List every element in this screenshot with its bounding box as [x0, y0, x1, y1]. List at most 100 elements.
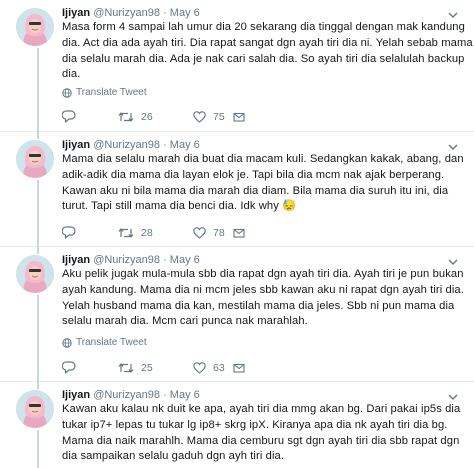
tweet-text: Aku pelik jugak mula-mula sbb dia rapat …	[62, 267, 464, 330]
retweet-count: 26	[141, 110, 153, 123]
thread-connector-line	[37, 382, 39, 389]
tweet-header: Ijiyan @Nurizyan98 · May 6	[62, 138, 200, 152]
avatar-image	[16, 390, 54, 428]
reply-button[interactable]	[62, 361, 118, 374]
tweet-date[interactable]: May 6	[170, 7, 200, 19]
tweet-text-line: Aku pelik jugak mula-mula sbb dia rapat …	[62, 268, 464, 280]
avatar[interactable]	[16, 140, 54, 178]
retweet-count: 25	[141, 361, 153, 374]
retweet-button[interactable]: 26	[118, 111, 193, 123]
translate-tweet-link[interactable]: Translate Tweet	[62, 87, 147, 98]
direct-message-icon[interactable]	[233, 362, 245, 374]
display-name[interactable]: Ijiyan	[62, 254, 90, 266]
tweet[interactable]: Ijiyan @Nurizyan98 · May 6 Masa form 4 s…	[0, 0, 474, 132]
tweet-text-line: ayah kandung. Mama dia ni mcm jeles sbb …	[62, 283, 464, 296]
username[interactable]: @Nurizyan98	[93, 389, 160, 401]
translate-label: Translate Tweet	[76, 87, 147, 98]
like-button[interactable]: 63	[193, 362, 233, 374]
reply-icon	[62, 361, 76, 374]
tweet-text: Mama dia selalu marah dia buat dia macam…	[62, 152, 464, 215]
chevron-down-icon[interactable]	[448, 10, 458, 20]
chevron-down-icon[interactable]	[448, 257, 458, 267]
tweet-text-line: adik-adik dia mama dia layan elok je. Ta…	[62, 168, 445, 181]
separator-dot: ·	[163, 389, 167, 401]
retweet-count: 28	[141, 226, 153, 239]
username[interactable]: @Nurizyan98	[93, 254, 160, 266]
translate-tweet-link[interactable]: Translate Tweet	[62, 337, 147, 348]
tweet-actions: 28 78	[62, 226, 245, 239]
tweet-date[interactable]: May 6	[170, 254, 200, 266]
retweet-icon	[118, 111, 134, 122]
tweet-text-line: dia sampaikan selalu gaduh dgn ayh tiri …	[62, 450, 285, 463]
reply-icon	[62, 226, 76, 239]
tweet-text-line: Kawan aku ni bila mama dia marah dia dia…	[62, 184, 449, 197]
tweet-text-line: tukar ip7+ lepas tu tukar lg ip8+ skrg i…	[62, 418, 448, 431]
username[interactable]: @Nurizyan98	[93, 7, 160, 19]
reply-icon	[62, 110, 76, 123]
tweet-text-line: Masa form 4 sampai lah umur dia 20 sekar…	[62, 21, 465, 33]
tweet-text-line: Mama dia selalu marah dia buat dia macam…	[62, 153, 464, 165]
tweet[interactable]: Ijiyan @Nurizyan98 · May 6 Kawan aku kal…	[0, 382, 474, 468]
tweet-actions: 26 75	[62, 110, 245, 123]
tweet-text-line: Yelah husband mama dia kan, mestilah mam…	[62, 299, 455, 312]
retweet-icon	[118, 227, 134, 238]
globe-icon	[62, 87, 72, 98]
tweet-text-line: dia selalu marah dia. Ada je nak cari sa…	[62, 52, 465, 65]
thread-connector-line	[37, 430, 39, 468]
tweet-text-line: Kawan aku kalau nk duit ke apa, ayah tir…	[62, 403, 461, 415]
tweet-date[interactable]: May 6	[170, 389, 200, 401]
thread-connector-line	[37, 295, 39, 382]
like-button[interactable]: 75	[193, 111, 233, 123]
tweet-text-line: Mama dia naik marahlh. Mama dia cemburu …	[62, 434, 460, 447]
like-count: 63	[213, 361, 225, 374]
translate-label: Translate Tweet	[76, 337, 147, 348]
tweet-header: Ijiyan @Nurizyan98 · May 6	[62, 388, 200, 402]
username[interactable]: @Nurizyan98	[93, 139, 160, 151]
heart-icon	[193, 226, 206, 239]
tweet-text: Kawan aku kalau nk duit ke apa, ayah tir…	[62, 402, 462, 465]
tweet-text-line: turut. Tapi still mama dia benci dia. Id…	[62, 199, 462, 215]
tweet-text-segment: turut. Tapi still mama dia benci dia. Id…	[62, 200, 279, 213]
like-button[interactable]: 78	[193, 227, 233, 239]
direct-message-icon[interactable]	[233, 111, 245, 123]
separator-dot: ·	[163, 139, 167, 151]
thread-connector-line	[37, 132, 39, 139]
retweet-button[interactable]: 28	[118, 227, 193, 239]
separator-dot: ·	[163, 254, 167, 266]
avatar[interactable]	[16, 255, 54, 293]
tweet-header: Ijiyan @Nurizyan98 · May 6	[62, 253, 200, 267]
thread-connector-line	[37, 247, 39, 254]
thread-connector-line	[37, 48, 39, 132]
tweet-text-line: selalu marah dia. Mcm cari punca nak mar…	[62, 315, 308, 328]
avatar-image	[16, 8, 54, 46]
globe-icon	[62, 337, 72, 348]
display-name[interactable]: Ijiyan	[62, 139, 90, 151]
tweet-thread: Ijiyan @Nurizyan98 · May 6 Masa form 4 s…	[0, 0, 474, 468]
retweet-icon	[118, 362, 134, 373]
separator-dot: ·	[163, 7, 167, 19]
tweet[interactable]: Ijiyan @Nurizyan98 · May 6 Mama dia sela…	[0, 132, 474, 247]
heart-icon	[193, 110, 206, 123]
heart-icon	[193, 361, 206, 374]
chevron-down-icon[interactable]	[448, 142, 458, 152]
tweet-text: Masa form 4 sampai lah umur dia 20 sekar…	[62, 20, 473, 83]
like-count: 75	[213, 110, 225, 123]
avatar-image	[16, 140, 54, 178]
tweet[interactable]: Ijiyan @Nurizyan98 · May 6 Aku pelik jug…	[0, 247, 474, 382]
reply-button[interactable]	[62, 110, 118, 123]
like-count: 78	[213, 226, 225, 239]
display-name[interactable]: Ijiyan	[62, 389, 90, 401]
display-name[interactable]: Ijiyan	[62, 7, 90, 19]
retweet-button[interactable]: 25	[118, 362, 193, 374]
tweet-date[interactable]: May 6	[170, 139, 200, 151]
tweet-actions: 25 63	[62, 361, 245, 374]
tweet-text-line: dia.	[62, 68, 81, 81]
reply-button[interactable]	[62, 226, 118, 239]
sweat-emoji: 😓	[282, 200, 297, 213]
avatar[interactable]	[16, 8, 54, 46]
tweet-header: Ijiyan @Nurizyan98 · May 6	[62, 6, 200, 20]
chevron-down-icon[interactable]	[448, 392, 458, 402]
direct-message-icon[interactable]	[233, 227, 245, 239]
thread-connector-line	[37, 180, 39, 247]
avatar[interactable]	[16, 390, 54, 428]
